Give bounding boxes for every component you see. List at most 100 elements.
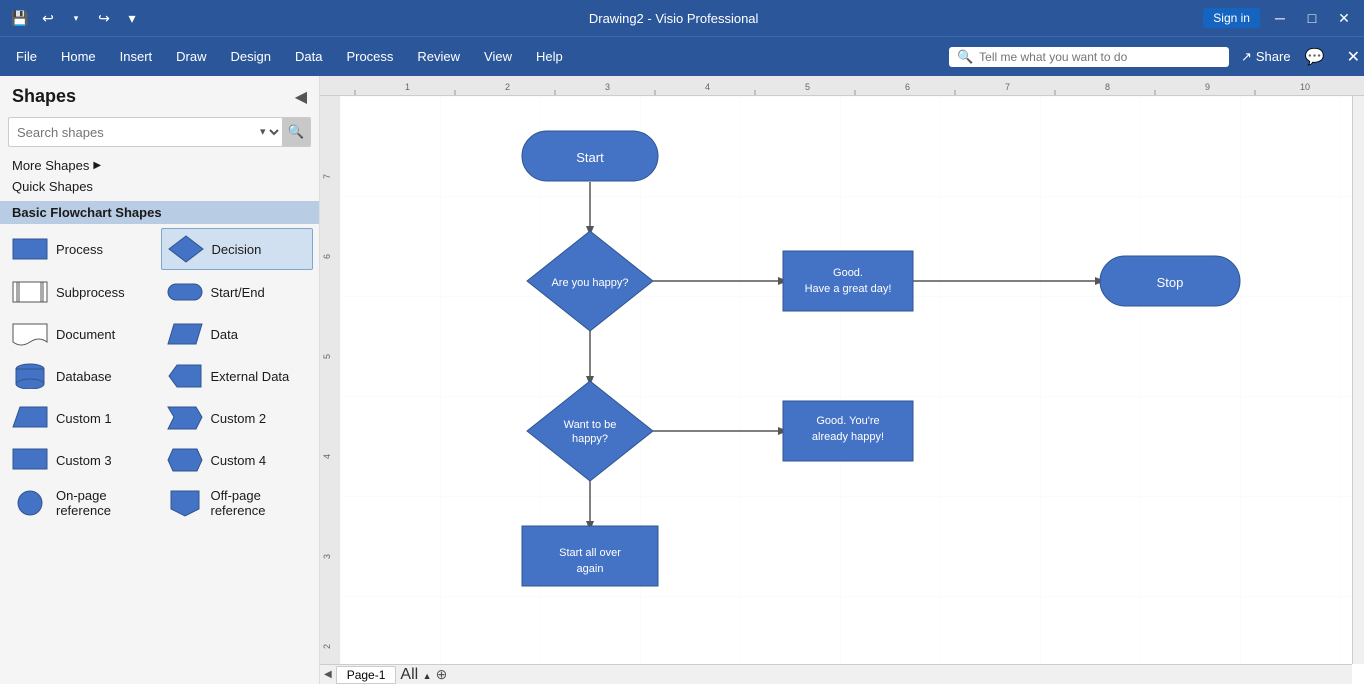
shape-item-subprocess[interactable]: Subprocess bbox=[6, 272, 159, 312]
shape-item-database[interactable]: Database bbox=[6, 356, 159, 396]
shape-item-externaldata[interactable]: External Data bbox=[161, 356, 314, 396]
quick-shapes-link[interactable]: Quick Shapes bbox=[0, 176, 319, 197]
menu-design[interactable]: Design bbox=[219, 43, 283, 70]
ruler-top-svg: 1 2 3 4 5 6 7 8 9 10 bbox=[320, 76, 1364, 96]
menu-review[interactable]: Review bbox=[405, 43, 472, 70]
tell-me-search: 🔍 bbox=[949, 47, 1229, 67]
redo-icon[interactable]: ↪ bbox=[92, 6, 116, 30]
shape-item-document[interactable]: Document bbox=[6, 314, 159, 354]
title-bar-right: Sign in ─ □ ✕ bbox=[1203, 6, 1356, 30]
shapes-title: Shapes bbox=[12, 86, 76, 107]
svg-text:Are you happy?: Are you happy? bbox=[551, 277, 628, 289]
menu-view[interactable]: View bbox=[472, 43, 524, 70]
shape-item-offpage[interactable]: Off-page reference bbox=[161, 482, 314, 524]
document-svg bbox=[12, 322, 48, 346]
menu-insert[interactable]: Insert bbox=[108, 43, 165, 70]
undo-icon[interactable]: ↩ bbox=[36, 6, 60, 30]
svg-text:happy?: happy? bbox=[572, 433, 608, 445]
shape-item-data[interactable]: Data bbox=[161, 314, 314, 354]
decision-svg bbox=[168, 235, 204, 263]
shape-item-custom3[interactable]: Custom 3 bbox=[6, 440, 159, 480]
shape-item-decision[interactable]: Decision bbox=[161, 228, 314, 270]
document-icon bbox=[12, 320, 48, 348]
close-menu-icon[interactable]: ✕ bbox=[1347, 47, 1360, 67]
scrollbar-right[interactable] bbox=[1352, 96, 1364, 664]
add-page-button[interactable]: ⊕ bbox=[436, 666, 448, 683]
shape-search-input[interactable] bbox=[9, 120, 256, 145]
custom2-icon bbox=[167, 404, 203, 432]
menu-home[interactable]: Home bbox=[49, 43, 108, 70]
svg-text:6: 6 bbox=[905, 82, 910, 92]
all-dropdown-icon: ▲ bbox=[423, 671, 432, 681]
page-tab-bar: ◀ Page-1 All ▲ ⊕ bbox=[320, 664, 1352, 684]
process-icon bbox=[12, 235, 48, 263]
svg-text:Good.: Good. bbox=[833, 267, 863, 279]
all-pages-tab[interactable]: All ▲ bbox=[400, 666, 431, 684]
scroll-pages-left-icon[interactable]: ◀ bbox=[324, 669, 332, 680]
menu-help[interactable]: Help bbox=[524, 43, 575, 70]
menu-bar: File Home Insert Draw Design Data Proces… bbox=[0, 36, 1364, 76]
undo-dropdown-icon[interactable]: ▾ bbox=[64, 6, 88, 30]
svg-text:Have a great day!: Have a great day! bbox=[805, 283, 892, 295]
svg-text:7: 7 bbox=[1005, 82, 1010, 92]
share-area: ↗ Share 💬 ✕ bbox=[1241, 45, 1360, 69]
search-dropdown[interactable]: ▾ bbox=[256, 125, 282, 139]
svg-text:2: 2 bbox=[505, 82, 510, 92]
collapse-panel-button[interactable]: ◀ bbox=[295, 87, 307, 107]
subprocess-svg bbox=[12, 280, 48, 304]
custom4-svg bbox=[167, 447, 203, 473]
svg-text:7: 7 bbox=[322, 174, 332, 179]
custom1-icon bbox=[12, 404, 48, 432]
svg-text:8: 8 bbox=[1105, 82, 1110, 92]
svg-text:1: 1 bbox=[405, 82, 410, 92]
more-shapes-link[interactable]: More Shapes ▶ bbox=[0, 155, 319, 176]
svg-text:Start all over: Start all over bbox=[559, 547, 621, 559]
custom3-svg bbox=[12, 447, 48, 473]
svg-text:3: 3 bbox=[605, 82, 610, 92]
shape-item-custom4[interactable]: Custom 4 bbox=[161, 440, 314, 480]
search-button[interactable]: 🔍 bbox=[282, 118, 310, 146]
ruler-left-svg: 7 6 5 4 3 2 bbox=[320, 96, 340, 664]
shape-grid: Process Decision bbox=[0, 224, 319, 528]
shape-item-custom2[interactable]: Custom 2 bbox=[161, 398, 314, 438]
menu-file[interactable]: File bbox=[4, 43, 49, 70]
window-title: Drawing2 - Visio Professional bbox=[589, 11, 759, 26]
shape-category-label: Basic Flowchart Shapes bbox=[0, 201, 319, 224]
svg-text:2: 2 bbox=[322, 644, 332, 649]
menu-process[interactable]: Process bbox=[334, 43, 405, 70]
minimize-icon[interactable]: ─ bbox=[1268, 6, 1292, 30]
restore-icon[interactable]: □ bbox=[1300, 6, 1324, 30]
custom3-icon bbox=[12, 446, 48, 474]
shape-item-onpage[interactable]: On-page reference bbox=[6, 482, 159, 524]
ruler-top: 1 2 3 4 5 6 7 8 9 10 bbox=[320, 76, 1364, 96]
page-1-tab[interactable]: Page-1 bbox=[336, 666, 397, 684]
menu-draw[interactable]: Draw bbox=[164, 43, 218, 70]
tell-me-input[interactable] bbox=[979, 50, 1199, 64]
svg-text:4: 4 bbox=[705, 82, 710, 92]
svg-text:again: again bbox=[577, 563, 604, 575]
close-window-icon[interactable]: ✕ bbox=[1332, 6, 1356, 30]
svg-text:10: 10 bbox=[1300, 82, 1310, 92]
shape-item-custom1[interactable]: Custom 1 bbox=[6, 398, 159, 438]
more-icon[interactable]: ▾ bbox=[120, 6, 144, 30]
save-icon[interactable]: 💾 bbox=[8, 6, 32, 30]
process-svg bbox=[12, 237, 48, 261]
menu-data[interactable]: Data bbox=[283, 43, 334, 70]
comment-icon[interactable]: 💬 bbox=[1303, 45, 1327, 69]
svg-text:Start: Start bbox=[576, 150, 604, 165]
shape-item-startend[interactable]: Start/End bbox=[161, 272, 314, 312]
canvas-area[interactable]: 1 2 3 4 5 6 7 8 9 10 bbox=[320, 76, 1364, 684]
svg-text:9: 9 bbox=[1205, 82, 1210, 92]
svg-text:5: 5 bbox=[322, 354, 332, 359]
title-bar-left: 💾 ↩ ▾ ↪ ▾ bbox=[8, 6, 144, 30]
data-svg bbox=[167, 322, 203, 346]
shape-item-process[interactable]: Process bbox=[6, 228, 159, 270]
flowchart-svg: Start Are you happy? Good. Have a great … bbox=[340, 96, 1352, 664]
share-button[interactable]: ↗ Share bbox=[1241, 49, 1291, 65]
title-bar: 💾 ↩ ▾ ↪ ▾ Drawing2 - Visio Professional … bbox=[0, 0, 1364, 36]
sign-in-button[interactable]: Sign in bbox=[1203, 8, 1260, 28]
main-layout: Shapes ◀ ▾ 🔍 More Shapes ▶ Quick Shapes … bbox=[0, 76, 1364, 684]
share-icon: ↗ bbox=[1241, 49, 1252, 65]
custom4-icon bbox=[167, 446, 203, 474]
svg-text:3: 3 bbox=[322, 554, 332, 559]
